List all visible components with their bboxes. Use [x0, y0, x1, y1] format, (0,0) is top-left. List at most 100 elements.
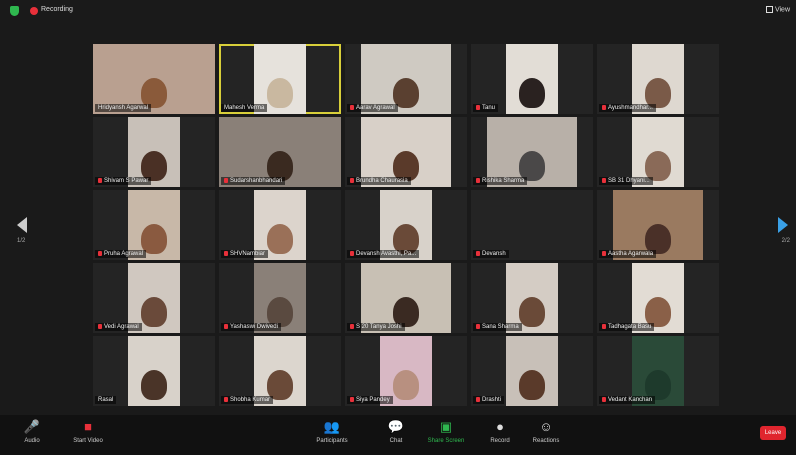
participant-name-tag: Tanu [473, 103, 499, 112]
participant-name: Siya Pandey [356, 397, 390, 403]
participants-label: Participants [316, 438, 348, 444]
muted-mic-icon [476, 177, 480, 183]
participant-tile[interactable]: Tadhagata Basu [597, 263, 719, 333]
participant-name-tag: Rishika Sharma [473, 176, 528, 185]
participants-button[interactable]: 👥 Participants [304, 419, 360, 453]
participant-name: Drashti [482, 397, 502, 403]
view-button[interactable]: View [765, 6, 790, 14]
participant-tile[interactable]: Tanu [471, 44, 593, 114]
muted-mic-icon [602, 250, 606, 256]
meeting-toolbar: 🎤 Audio ■ Start Video 👥 Participants 💬 C… [0, 415, 796, 455]
participant-tile[interactable]: Siya Pandey [345, 336, 467, 406]
participant-name: Rishika Sharma [482, 178, 525, 184]
participant-tile[interactable]: SB 31 Dhyani... [597, 117, 719, 187]
participant-tile[interactable]: Devansh [471, 190, 593, 260]
muted-mic-icon [98, 323, 102, 329]
page-indicator-left: 1/2 [17, 238, 26, 244]
muted-mic-icon [602, 104, 606, 110]
muted-mic-icon [224, 250, 228, 256]
participant-name-tag: Aastha Agarwala [599, 249, 657, 258]
participant-video [128, 336, 180, 406]
participants-icon: 👥 [323, 419, 341, 434]
muted-mic-icon [476, 104, 480, 110]
recording-icon [30, 7, 38, 15]
participant-tile[interactable]: Drashti [471, 336, 593, 406]
participant-name-tag: Ayushmandhar... [599, 103, 656, 112]
participant-name: Shivam S Pawar [104, 178, 149, 184]
participant-name-tag: Brundha Chaurasia [347, 176, 411, 185]
participant-name: Tanu [482, 105, 496, 111]
view-label: View [774, 6, 790, 14]
reactions-label: Reactions [532, 438, 560, 444]
start-video-button[interactable]: ■ Start Video [60, 419, 116, 453]
microphone-muted-icon: 🎤 [23, 419, 41, 434]
participant-figure [141, 370, 167, 400]
participant-name: Shobha Kumar [230, 397, 271, 403]
participant-tile[interactable]: Ayushmandhar... [597, 44, 719, 114]
muted-mic-icon [98, 250, 102, 256]
muted-mic-icon [224, 177, 228, 183]
participant-name-tag: Tadhagata Basu [599, 322, 655, 331]
participant-name: Mahesh Verma [224, 105, 265, 111]
participant-name: Devansh Avasthi, Pa... [356, 251, 417, 257]
participant-tile[interactable]: Pruha Agrawal [93, 190, 215, 260]
participant-figure [519, 297, 545, 327]
reactions-button[interactable]: ☺ Reactions [518, 419, 574, 453]
participant-tile[interactable]: Mahesh Verma [219, 44, 341, 114]
participant-name-tag: Shobha Kumar [221, 395, 274, 404]
previous-page-icon[interactable] [17, 217, 27, 233]
share-label: Share Screen [427, 438, 465, 444]
top-bar: Recording View [0, 0, 796, 22]
muted-mic-icon [98, 177, 102, 183]
participant-name-tag: SHVNambiar [221, 249, 269, 258]
participant-tile[interactable]: Shivam S Pawar [93, 117, 215, 187]
participant-tile[interactable]: Rasal [93, 336, 215, 406]
participant-tile[interactable]: S 20 Tanya Joshi [345, 263, 467, 333]
muted-mic-icon [224, 396, 228, 402]
participant-tile[interactable]: Devansh Avasthi, Pa... [345, 190, 467, 260]
participant-name: S 20 Tanya Joshi [356, 324, 402, 330]
participant-tile[interactable]: Shobha Kumar [219, 336, 341, 406]
participant-tile[interactable]: Sudarshanbhandari [219, 117, 341, 187]
participant-name-tag: Devansh [473, 249, 509, 258]
next-page-icon[interactable] [778, 217, 788, 233]
participant-name-tag: Devansh Avasthi, Pa... [347, 249, 420, 258]
share-screen-icon: ▣ [439, 419, 453, 434]
audio-button[interactable]: 🎤 Audio [4, 419, 60, 453]
participant-figure [393, 370, 419, 400]
participant-tile[interactable]: Vedi Agrawal [93, 263, 215, 333]
participant-tile[interactable]: Aarav Agrawal [345, 44, 467, 114]
participant-name-tag: Drashti [473, 395, 505, 404]
video-label: Start Video [73, 438, 103, 444]
muted-mic-icon [476, 396, 480, 402]
muted-mic-icon [350, 104, 354, 110]
participant-name: Tadhagata Basu [608, 324, 652, 330]
participant-tile[interactable]: Yashaswi Dwivedi [219, 263, 341, 333]
participant-tile[interactable]: Rishika Sharma [471, 117, 593, 187]
reactions-icon: ☺ [539, 419, 553, 434]
participant-name-tag: SB 31 Dhyani... [599, 176, 653, 185]
participant-name-tag: Sudarshanbhandari [221, 176, 286, 185]
participant-name: Pruha Agrawal [104, 251, 144, 257]
participant-tile[interactable]: SHVNambiar [219, 190, 341, 260]
participant-tile[interactable]: Brundha Chaurasia [345, 117, 467, 187]
participant-name: Vedant Kanchan [608, 397, 653, 403]
security-shield-icon[interactable] [10, 6, 19, 16]
participant-name: Brundha Chaurasia [356, 178, 408, 184]
participant-tile[interactable]: Hridyansh Agarwal [93, 44, 215, 114]
leave-button[interactable]: Leave [760, 426, 786, 440]
participant-tile[interactable]: Sana Sharma [471, 263, 593, 333]
participant-tile[interactable]: Vedant Kanchan [597, 336, 719, 406]
chat-button[interactable]: 💬 Chat [368, 419, 424, 453]
participant-name: Vedi Agrawal [104, 324, 139, 330]
participant-name-tag: S 20 Tanya Joshi [347, 322, 405, 331]
participant-video [506, 336, 558, 406]
participant-figure [519, 370, 545, 400]
audio-label: Audio [24, 438, 40, 444]
participant-video [506, 44, 558, 114]
muted-mic-icon [476, 250, 480, 256]
share-screen-button[interactable]: ▣ Share Screen [418, 419, 474, 453]
participant-tile[interactable]: Aastha Agarwala [597, 190, 719, 260]
chat-icon: 💬 [387, 419, 405, 434]
participant-name: Aastha Agarwala [608, 251, 654, 257]
